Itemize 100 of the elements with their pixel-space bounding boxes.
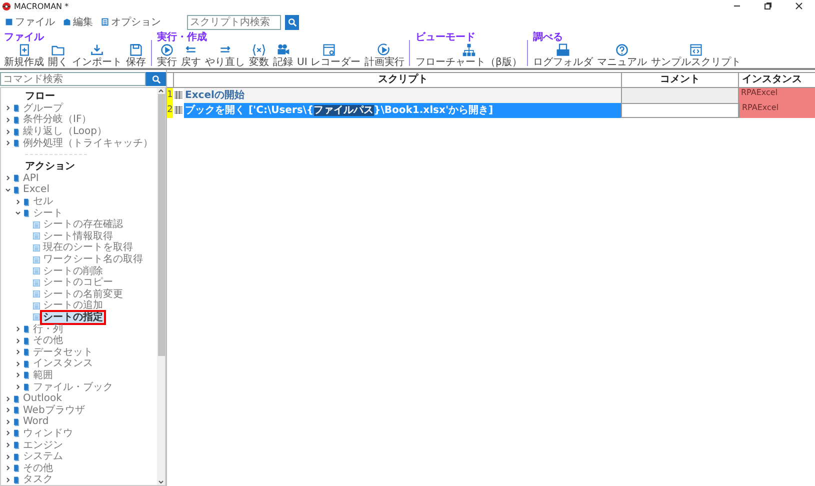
document-icon — [33, 232, 40, 240]
tree-item[interactable]: セル — [32, 196, 54, 208]
chevron-icon[interactable] — [15, 338, 21, 344]
menu-item[interactable]: ファイル — [3, 15, 57, 29]
clock-play-icon — [377, 43, 392, 57]
tree-item[interactable]: シートの指定 — [42, 312, 104, 323]
chevron-icon[interactable] — [5, 396, 11, 402]
tree-item[interactable]: シートのコピー — [42, 277, 114, 288]
toolbar-group-label: 調べる — [532, 32, 564, 43]
tree-item[interactable]: API — [22, 172, 40, 184]
document-icon — [33, 278, 40, 287]
toolbar-button[interactable]: 実行 — [155, 43, 179, 68]
tree-item[interactable]: Outlook — [22, 393, 63, 404]
line-number: 2 — [167, 103, 173, 118]
tree-item[interactable]: データセット — [32, 346, 94, 358]
comment-cell[interactable] — [621, 103, 739, 118]
tree-item[interactable]: シート情報取得 — [42, 230, 114, 242]
chevron-icon[interactable] — [5, 442, 11, 448]
toolbar-button[interactable]: 新規作成 — [2, 43, 46, 68]
toolbar-button[interactable]: 戻す — [179, 43, 203, 68]
chevron-icon[interactable] — [5, 140, 11, 146]
tree-item[interactable]: 現在のシートを取得 — [42, 242, 134, 254]
chevron-icon[interactable] — [15, 198, 21, 205]
chevron-icon[interactable] — [15, 210, 21, 216]
toolbar-button[interactable]: UI レコーダー — [295, 43, 362, 68]
tree-item[interactable]: シートの名前変更 — [42, 288, 124, 300]
chevron-icon[interactable] — [5, 186, 11, 193]
toolbar-button[interactable]: インポート — [70, 43, 124, 68]
chevron-icon[interactable] — [5, 407, 11, 414]
toolbar-button[interactable]: 保存 — [124, 43, 148, 68]
tree-item[interactable]: インスタンス — [32, 358, 94, 370]
tree-item[interactable]: グループ — [22, 102, 64, 114]
chevron-icon[interactable] — [15, 384, 21, 390]
search-button[interactable] — [285, 14, 299, 30]
tree-item[interactable]: Webブラウザ — [22, 404, 86, 416]
chevron-icon[interactable] — [15, 326, 21, 332]
toolbar-button[interactable]: 変数 — [247, 43, 271, 68]
chevron-icon[interactable] — [5, 105, 11, 112]
folder-icon — [23, 209, 30, 218]
chevron-icon[interactable] — [5, 454, 11, 460]
tree-item[interactable]: その他 — [32, 335, 64, 346]
tree-item[interactable]: その他 — [22, 462, 54, 474]
chevron-icon[interactable] — [5, 116, 11, 123]
toolbar-button[interactable]: 計画実行 — [362, 43, 406, 68]
tree-item[interactable]: シートの削除 — [42, 266, 104, 277]
scroll-down-icon[interactable] — [157, 479, 165, 485]
tree-item[interactable]: ウィンドウ — [22, 428, 74, 439]
scroll-up-icon[interactable] — [157, 88, 165, 94]
tree-item[interactable]: 例外処理（トライキャッチ） — [22, 138, 154, 149]
chevron-icon[interactable] — [15, 360, 21, 367]
chevron-icon[interactable] — [5, 175, 11, 182]
script-search-field[interactable]: スクリプト内検索 — [187, 14, 281, 30]
tree-item[interactable]: Excel — [22, 184, 50, 196]
chevron-icon[interactable] — [5, 418, 11, 425]
window-icon — [322, 43, 336, 57]
tree-item[interactable]: 条件分岐（IF） — [22, 114, 93, 126]
chevron-icon[interactable] — [5, 128, 11, 135]
chevron-icon[interactable] — [15, 349, 21, 356]
tree-item[interactable]: エンジン — [22, 440, 64, 451]
new-document-icon — [17, 43, 31, 57]
tree-item[interactable]: 範囲 — [32, 370, 54, 381]
folder-icon — [23, 360, 30, 368]
instance-cell: RPAExcel — [739, 103, 815, 118]
tree-item[interactable]: ファイル・ブック — [32, 382, 114, 393]
chevron-icon[interactable] — [5, 476, 11, 483]
toolbar-button[interactable]: フローチャート（β版） — [413, 43, 524, 68]
search-button[interactable] — [146, 72, 166, 86]
scrollbar[interactable] — [157, 88, 165, 485]
search-icon — [152, 74, 160, 84]
toolbar-button[interactable]: ログフォルダ — [530, 43, 595, 68]
section-heading: フロー — [25, 91, 55, 102]
restore-icon[interactable] — [763, 1, 773, 11]
tree-item[interactable]: シート — [32, 208, 64, 219]
menu-item[interactable]: オプション — [99, 15, 163, 29]
toolbar-button[interactable]: 記録 — [271, 43, 295, 68]
comment-cell[interactable] — [621, 88, 738, 103]
folder-icon — [23, 371, 30, 380]
tree-item[interactable]: システム — [22, 451, 64, 462]
tree-item[interactable]: タスク — [22, 474, 54, 485]
tree-item[interactable]: 繰り返し（Loop） — [22, 126, 108, 138]
tree-item[interactable]: シートの存在確認 — [42, 219, 124, 230]
script-step[interactable]: Excelの開始 — [184, 88, 621, 103]
script-step[interactable]: ブックを開く ['C:\Users\{ファイルパス}\Book1.xlsx'から開き] — [184, 103, 621, 118]
tree-item[interactable]: Word — [22, 416, 50, 428]
toolbar-button[interactable]: マニュアル — [594, 43, 649, 68]
chevron-icon[interactable] — [15, 372, 21, 378]
chevron-icon[interactable] — [5, 465, 11, 472]
menu-item[interactable]: 編集 — [61, 15, 95, 29]
tree-item[interactable]: 行・列 — [32, 324, 64, 335]
close-icon[interactable] — [794, 1, 804, 11]
document-icon — [33, 313, 40, 322]
tree-item[interactable]: ワークシート名の取得 — [42, 254, 144, 266]
command-search-field[interactable]: コマンド検索 — [0, 72, 146, 86]
download-icon — [90, 43, 104, 57]
chevron-icon[interactable] — [5, 430, 11, 436]
toolbar-button[interactable]: サンプルスクリプト — [648, 43, 743, 68]
toolbar-button[interactable]: やり直し — [203, 43, 247, 68]
folder-icon — [13, 394, 20, 403]
toolbar-button[interactable]: 開く — [46, 43, 70, 68]
tree-item[interactable]: シートの追加 — [42, 300, 104, 312]
